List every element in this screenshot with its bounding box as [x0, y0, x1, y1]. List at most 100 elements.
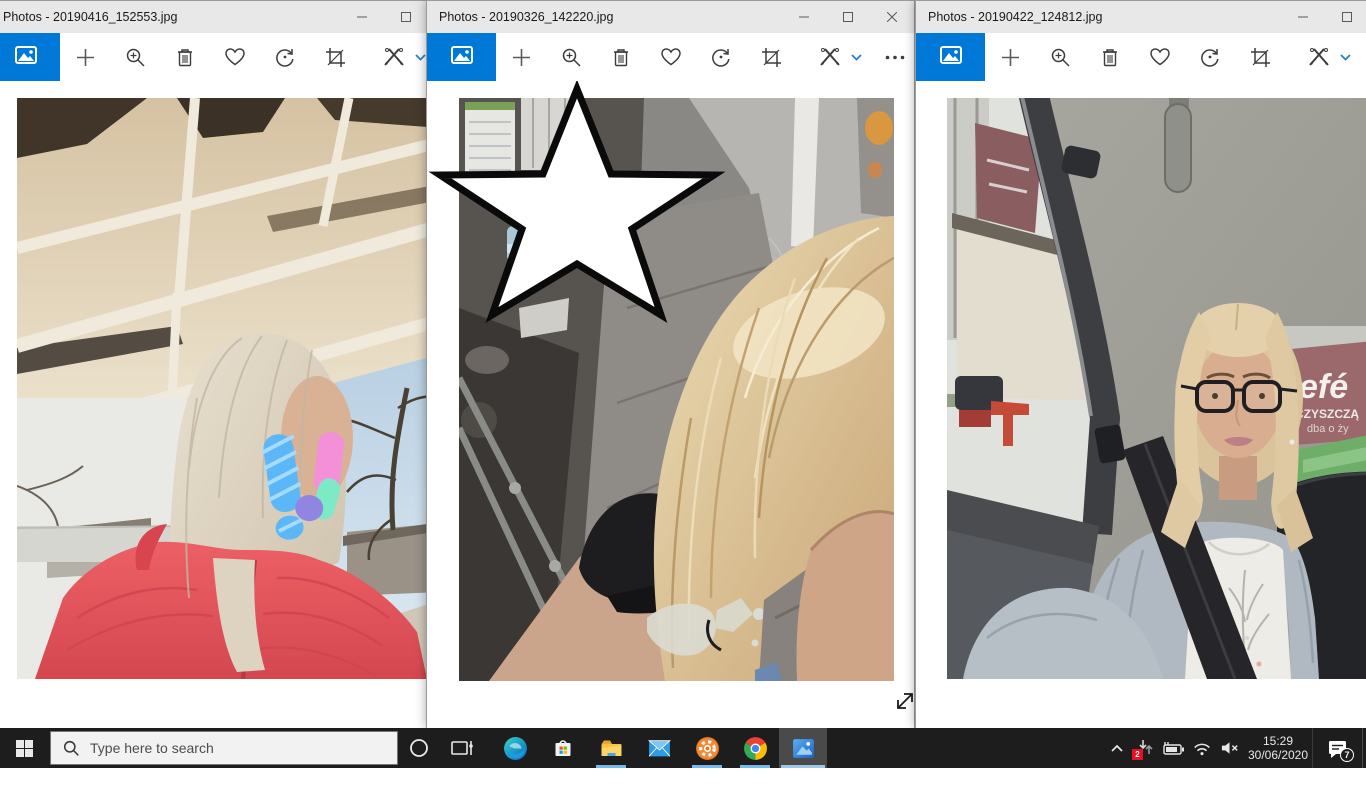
photos-window-3: Photos - 20190422_124812.jpg: [915, 0, 1366, 728]
add-to-button[interactable]: [60, 33, 110, 81]
wifi-icon: [1192, 740, 1212, 756]
delete-button[interactable]: [1085, 33, 1135, 81]
minimize-button[interactable]: [782, 1, 826, 33]
notification-badge: 7: [1340, 748, 1354, 762]
crop-button[interactable]: [310, 33, 360, 81]
edit-create-button[interactable]: [377, 33, 411, 81]
photos-app-icon: [791, 736, 816, 761]
banner-line1-text: CZYSZCZĄ: [1295, 407, 1359, 421]
search-icon: [63, 740, 80, 757]
fullscreen-button[interactable]: [893, 689, 914, 713]
favorite-button[interactable]: [210, 33, 260, 81]
gear-app-icon: [695, 736, 720, 761]
delete-button[interactable]: [596, 33, 646, 81]
show-desktop-button[interactable]: [1362, 728, 1366, 768]
photo-canvas[interactable]: efé CZYSZCZĄ dba o ży: [947, 98, 1366, 679]
photo-canvas[interactable]: [459, 98, 894, 681]
photos-window-2: Photos - 20190326_142220.jpg: [426, 0, 915, 728]
chrome-icon: [743, 736, 768, 761]
edit-create-button[interactable]: [813, 33, 847, 81]
clock-time: 15:29: [1263, 734, 1293, 748]
start-button[interactable]: [0, 728, 48, 768]
bottom-strip: [0, 768, 1366, 800]
taskbar: Type here to search: [0, 728, 1366, 768]
zoom-button[interactable]: [1035, 33, 1085, 81]
task-view-button[interactable]: [440, 728, 484, 768]
windows-logo-icon: [16, 740, 33, 757]
running-indicator: [692, 765, 722, 768]
taskbar-app-chrome[interactable]: [731, 728, 779, 768]
maximize-button[interactable]: [826, 1, 870, 33]
photos-logo-icon: [451, 46, 473, 69]
file-explorer-icon: [599, 736, 624, 760]
edge-icon: [503, 736, 528, 761]
add-to-button[interactable]: [496, 33, 546, 81]
banner-brand-text: efé: [1299, 368, 1348, 406]
tray-show-hidden-icons-button[interactable]: [1104, 728, 1130, 768]
cortana-button[interactable]: [398, 728, 440, 768]
volume-mute-icon: [1220, 740, 1240, 756]
see-all-photos-button[interactable]: [0, 33, 60, 81]
update-badge: 2: [1132, 749, 1143, 760]
expand-edit-menu-button[interactable]: [847, 33, 865, 81]
rotate-button[interactable]: [696, 33, 746, 81]
taskbar-app-file-explorer[interactable]: [587, 728, 635, 768]
rotate-button[interactable]: [260, 33, 310, 81]
clock-date: 30/06/2020: [1248, 748, 1308, 762]
running-indicator: [740, 765, 770, 768]
photos-window-1: Photos - 20190416_152553.jpg: [0, 0, 473, 728]
zoom-button[interactable]: [110, 33, 160, 81]
taskbar-app-store[interactable]: [539, 728, 587, 768]
chevron-up-icon: [1110, 743, 1124, 753]
taskbar-app-settings-gear[interactable]: [683, 728, 731, 768]
rotate-button[interactable]: [1185, 33, 1235, 81]
minimize-button[interactable]: [340, 1, 384, 33]
running-indicator: [781, 765, 825, 768]
taskbar-app-mail[interactable]: [635, 728, 683, 768]
delete-button[interactable]: [160, 33, 210, 81]
titlebar[interactable]: Photos - 20190416_152553.jpg: [0, 1, 472, 33]
photos-toolbar: [427, 33, 914, 81]
expand-edit-menu-button[interactable]: [1336, 33, 1354, 81]
taskbar-app-photos[interactable]: [779, 728, 827, 768]
banner-line2-text: dba o ży: [1307, 423, 1349, 435]
maximize-button[interactable]: [384, 1, 428, 33]
battery-icon: [1163, 741, 1185, 755]
window-title: Photos - 20190416_152553.jpg: [0, 10, 177, 24]
see-all-photos-button[interactable]: [427, 33, 496, 81]
task-view-icon: [450, 737, 474, 759]
zoom-button[interactable]: [546, 33, 596, 81]
photos-logo-icon: [940, 46, 962, 69]
minimize-button[interactable]: [1281, 1, 1325, 33]
add-to-button[interactable]: [985, 33, 1035, 81]
window-title: Photos - 20190422_124812.jpg: [916, 10, 1102, 24]
see-more-button[interactable]: [875, 33, 915, 81]
taskbar-app-edge[interactable]: [491, 728, 539, 768]
favorite-button[interactable]: [1135, 33, 1185, 81]
search-placeholder: Type here to search: [90, 740, 214, 756]
tray-volume-muted-icon[interactable]: [1215, 728, 1245, 768]
tray-wifi-icon[interactable]: [1188, 728, 1215, 768]
see-all-photos-button[interactable]: [916, 33, 985, 81]
running-indicator: [596, 765, 626, 768]
photos-toolbar: [0, 33, 472, 81]
tray-clock[interactable]: 15:29 30/06/2020: [1245, 728, 1311, 768]
window-title: Photos - 20190326_142220.jpg: [427, 10, 613, 24]
photos-logo-icon: [15, 46, 37, 69]
tray-battery-icon[interactable]: [1160, 728, 1188, 768]
cortana-icon: [409, 738, 429, 758]
tray-update-icon[interactable]: 2: [1130, 728, 1160, 768]
crop-button[interactable]: [746, 33, 796, 81]
close-button[interactable]: [870, 1, 914, 33]
crop-button[interactable]: [1235, 33, 1285, 81]
titlebar[interactable]: Photos - 20190422_124812.jpg: [916, 1, 1366, 33]
mail-icon: [647, 737, 672, 759]
search-input[interactable]: Type here to search: [50, 731, 398, 765]
action-center-button[interactable]: 7: [1312, 728, 1362, 768]
titlebar[interactable]: Photos - 20190326_142220.jpg: [427, 1, 914, 33]
maximize-button[interactable]: [1325, 1, 1366, 33]
favorite-button[interactable]: [646, 33, 696, 81]
desktop: Photos - 20190416_152553.jpg: [0, 0, 1366, 800]
photo-canvas[interactable]: [17, 98, 441, 679]
edit-create-button[interactable]: [1302, 33, 1336, 81]
